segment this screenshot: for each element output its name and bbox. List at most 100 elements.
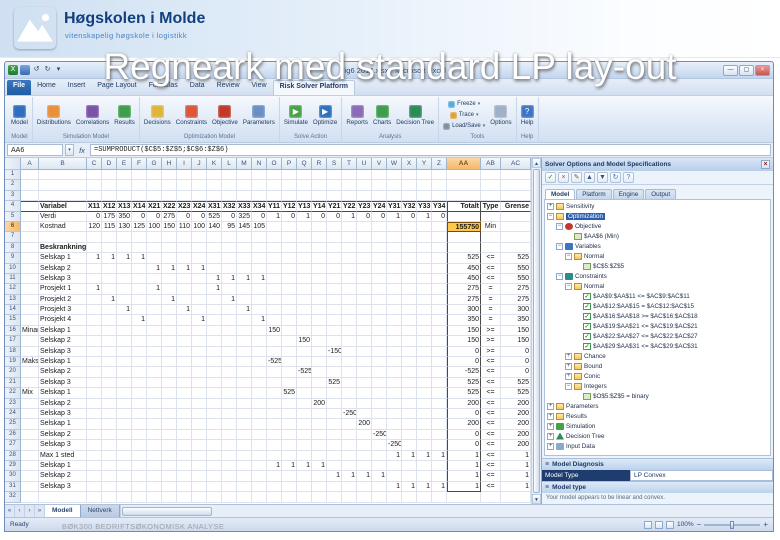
tree-item-objective[interactable]: − Objective bbox=[545, 221, 770, 231]
cell-AA13[interactable]: 275 bbox=[447, 294, 481, 306]
cell-J17[interactable] bbox=[192, 336, 207, 347]
cell-M8[interactable] bbox=[237, 242, 252, 254]
cell-Y29[interactable] bbox=[417, 460, 432, 472]
cell-E26[interactable] bbox=[117, 429, 132, 441]
cell-G27[interactable] bbox=[147, 440, 162, 451]
cell-Y7[interactable] bbox=[417, 232, 432, 243]
cell-M15[interactable] bbox=[237, 315, 252, 326]
cell-P4[interactable]: Y12 bbox=[282, 201, 297, 212]
cell-I23[interactable] bbox=[177, 398, 192, 409]
cell-L24[interactable] bbox=[222, 408, 237, 420]
cell-E12[interactable] bbox=[117, 284, 132, 295]
cell-P32[interactable] bbox=[282, 492, 297, 503]
cell-D26[interactable] bbox=[102, 429, 117, 441]
cell-B31[interactable]: Selskap 3 bbox=[39, 481, 87, 493]
cell-T14[interactable] bbox=[342, 305, 357, 316]
cell-N19[interactable] bbox=[252, 357, 267, 368]
cell-N1[interactable] bbox=[252, 170, 267, 181]
cell-P6[interactable] bbox=[282, 221, 297, 233]
cell-M26[interactable] bbox=[237, 429, 252, 441]
tree-item-aa-22-aa-27-ac-22-ac-27[interactable]: ✓ $AA$22:$AA$27 <= $AC$22:$AC$27 bbox=[545, 331, 770, 341]
cell-Y26[interactable] bbox=[417, 429, 432, 441]
column-header-M[interactable]: M bbox=[237, 158, 252, 170]
cell-Y8[interactable] bbox=[417, 242, 432, 254]
cell-M29[interactable] bbox=[237, 460, 252, 472]
cell-H5[interactable]: 275 bbox=[162, 211, 177, 222]
cell-J12[interactable] bbox=[192, 284, 207, 295]
cell-J27[interactable] bbox=[192, 440, 207, 451]
cell-P27[interactable] bbox=[282, 440, 297, 451]
cell-AC22[interactable]: 525 bbox=[501, 388, 531, 399]
cell-M31[interactable] bbox=[237, 481, 252, 493]
cell-Z30[interactable] bbox=[432, 471, 447, 482]
cell-K12[interactable]: 1 bbox=[207, 284, 222, 295]
cell-L14[interactable] bbox=[222, 305, 237, 316]
cell-Z9[interactable] bbox=[432, 253, 447, 264]
cell-H7[interactable] bbox=[162, 232, 177, 243]
cell-S27[interactable] bbox=[327, 440, 342, 451]
cell-Q22[interactable] bbox=[297, 388, 312, 399]
cell-Q16[interactable] bbox=[297, 325, 312, 337]
cell-U17[interactable] bbox=[357, 336, 372, 347]
cell-P21[interactable] bbox=[282, 377, 297, 389]
cell-O14[interactable] bbox=[267, 305, 282, 316]
cell-J1[interactable] bbox=[192, 170, 207, 181]
tree-item-c-5-z-5[interactable]: $C$5:$Z$5 bbox=[545, 261, 770, 271]
redo-icon[interactable]: ↻ bbox=[43, 65, 52, 75]
cell-Z1[interactable] bbox=[432, 170, 447, 181]
cell-D7[interactable] bbox=[102, 232, 117, 243]
cell-J29[interactable] bbox=[192, 460, 207, 472]
cell-Y9[interactable] bbox=[417, 253, 432, 264]
cell-D24[interactable] bbox=[102, 408, 117, 420]
cell-L23[interactable] bbox=[222, 398, 237, 409]
cell-I16[interactable] bbox=[177, 325, 192, 337]
cell-A29[interactable] bbox=[21, 460, 39, 472]
cell-S31[interactable] bbox=[327, 481, 342, 493]
cell-D14[interactable] bbox=[102, 305, 117, 316]
cell-AA32[interactable] bbox=[447, 492, 481, 503]
cell-M7[interactable] bbox=[237, 232, 252, 243]
cell-W4[interactable]: Y31 bbox=[387, 201, 402, 212]
cell-X3[interactable] bbox=[402, 190, 417, 202]
cell-N28[interactable] bbox=[252, 450, 267, 461]
cell-H8[interactable] bbox=[162, 242, 177, 254]
cell-V7[interactable] bbox=[372, 232, 387, 243]
cell-T8[interactable] bbox=[342, 242, 357, 254]
cell-A31[interactable] bbox=[21, 481, 39, 493]
cell-S18[interactable]: -150 bbox=[327, 346, 342, 358]
cell-F5[interactable]: 0 bbox=[132, 211, 147, 222]
cell-N26[interactable] bbox=[252, 429, 267, 441]
cell-W31[interactable]: 1 bbox=[387, 481, 402, 493]
column-header-Q[interactable]: Q bbox=[297, 158, 312, 170]
cell-M27[interactable] bbox=[237, 440, 252, 451]
cell-AA18[interactable]: 0 bbox=[447, 346, 481, 358]
cell-Z17[interactable] bbox=[432, 336, 447, 347]
cell-W12[interactable] bbox=[387, 284, 402, 295]
cell-C7[interactable] bbox=[87, 232, 102, 243]
cell-AC29[interactable]: 1 bbox=[501, 460, 531, 472]
cell-J2[interactable] bbox=[192, 180, 207, 191]
cell-X30[interactable] bbox=[402, 471, 417, 482]
cell-C19[interactable] bbox=[87, 357, 102, 368]
cell-E10[interactable] bbox=[117, 263, 132, 274]
cell-E6[interactable]: 130 bbox=[117, 221, 132, 233]
cell-B15[interactable]: Prosjekt 4 bbox=[39, 315, 87, 326]
tree-item-simulation[interactable]: + Simulation bbox=[545, 421, 770, 431]
column-header-AA[interactable]: AA bbox=[447, 158, 481, 170]
cell-N2[interactable] bbox=[252, 180, 267, 191]
cell-R3[interactable] bbox=[312, 190, 327, 202]
cell-K3[interactable] bbox=[207, 190, 222, 202]
cell-T1[interactable] bbox=[342, 170, 357, 181]
cell-V29[interactable] bbox=[372, 460, 387, 472]
cell-I30[interactable] bbox=[177, 471, 192, 482]
cell-A24[interactable] bbox=[21, 408, 39, 420]
cell-K21[interactable] bbox=[207, 377, 222, 389]
cell-AA11[interactable]: 450 bbox=[447, 273, 481, 285]
tree-item-input-data[interactable]: + Input Data bbox=[545, 441, 770, 451]
cell-S29[interactable] bbox=[327, 460, 342, 472]
cell-T13[interactable] bbox=[342, 294, 357, 306]
cell-B21[interactable]: Selskap 3 bbox=[39, 377, 87, 389]
cell-AB21[interactable]: <= bbox=[481, 377, 501, 389]
cell-A6[interactable] bbox=[21, 221, 39, 233]
cell-I24[interactable] bbox=[177, 408, 192, 420]
